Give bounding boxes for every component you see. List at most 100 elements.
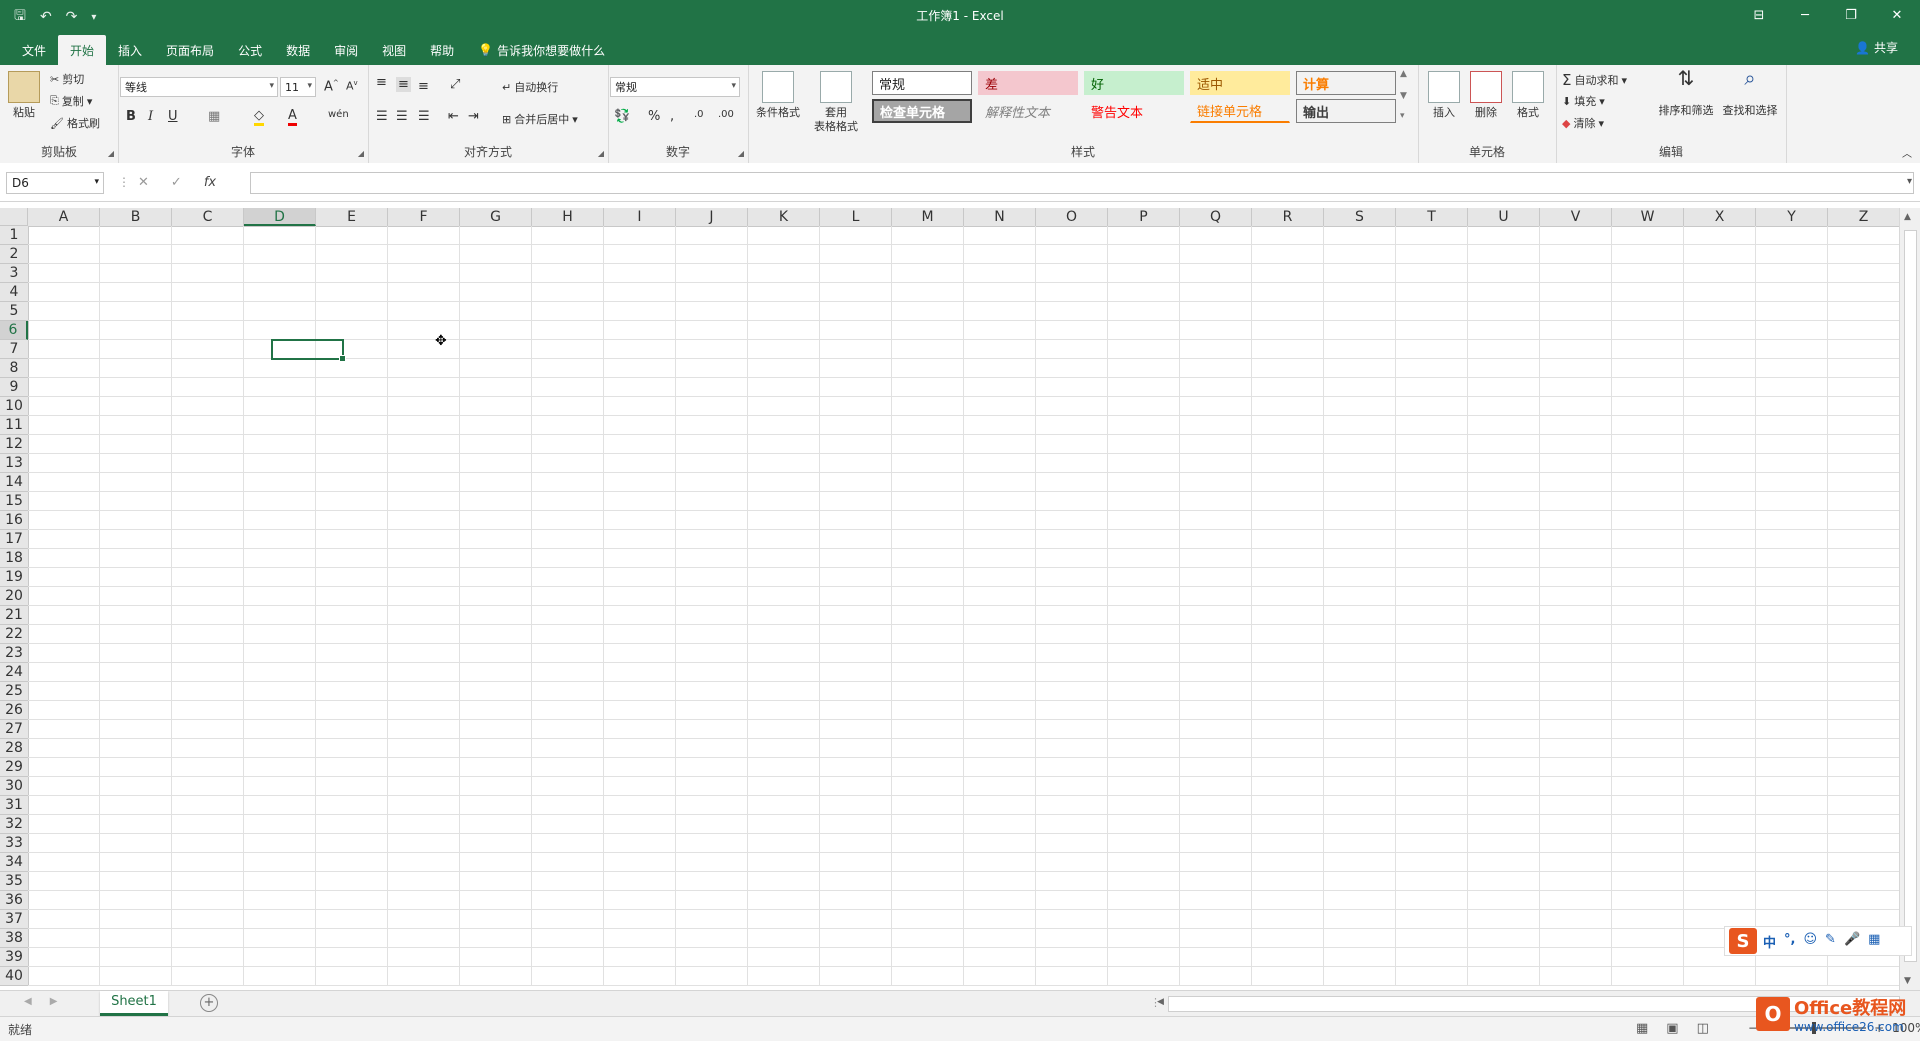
- cell-style-3[interactable]: 适中: [1190, 71, 1290, 95]
- increase-indent-icon[interactable]: ⇥: [468, 109, 479, 124]
- cell-style-2[interactable]: 好: [1084, 71, 1184, 95]
- increase-font-icon[interactable]: A^: [324, 79, 339, 94]
- tab-6[interactable]: 审阅: [322, 35, 370, 65]
- row-header[interactable]: 13: [0, 454, 28, 473]
- row-header[interactable]: 40: [0, 967, 28, 986]
- row-header[interactable]: 32: [0, 815, 28, 834]
- row-header[interactable]: 24: [0, 663, 28, 682]
- decrease-font-icon[interactable]: Av: [346, 79, 358, 93]
- underline-icon[interactable]: U: [168, 109, 178, 124]
- tab-8[interactable]: 帮助: [418, 35, 466, 65]
- paste-button[interactable]: 粘贴: [8, 71, 40, 120]
- format-as-table-button[interactable]: 套用 表格格式: [806, 71, 866, 134]
- tell-me-search[interactable]: 💡 告诉我你想要做什么: [466, 35, 617, 65]
- fill-handle[interactable]: [339, 355, 346, 362]
- tab-3[interactable]: 页面布局: [154, 35, 226, 65]
- row-header[interactable]: 25: [0, 682, 28, 701]
- tab-2[interactable]: 插入: [106, 35, 154, 65]
- row-header[interactable]: 28: [0, 739, 28, 758]
- row-header[interactable]: 8: [0, 359, 28, 378]
- row-header[interactable]: 6: [0, 321, 28, 340]
- row-header[interactable]: 34: [0, 853, 28, 872]
- enter-icon[interactable]: ✓: [171, 175, 182, 190]
- column-header[interactable]: W: [1612, 208, 1684, 226]
- cell-style-7[interactable]: 警告文本: [1084, 99, 1184, 123]
- column-header[interactable]: D: [244, 208, 316, 226]
- find-select-button[interactable]: ⌕ 查找和选择: [1718, 68, 1782, 118]
- align-center-icon[interactable]: ☰: [396, 109, 408, 124]
- ime-item-icon[interactable]: ▦: [1868, 932, 1880, 951]
- sort-filter-button[interactable]: ⇅ 排序和筛选: [1654, 68, 1718, 118]
- scroll-thumb[interactable]: [1904, 230, 1917, 962]
- format-painter-button[interactable]: 🖌 格式刷: [50, 115, 100, 131]
- row-header[interactable]: 20: [0, 587, 28, 606]
- row-header[interactable]: 5: [0, 302, 28, 321]
- align-left-icon[interactable]: ☰: [376, 109, 388, 124]
- row-header[interactable]: 2: [0, 245, 28, 264]
- row-header[interactable]: 35: [0, 872, 28, 891]
- minimize-icon[interactable]: ─: [1782, 0, 1828, 30]
- row-header[interactable]: 22: [0, 625, 28, 644]
- column-header[interactable]: P: [1108, 208, 1180, 226]
- scroll-up-icon[interactable]: ▲: [1904, 212, 1911, 222]
- gallery-down-icon[interactable]: ▼: [1400, 91, 1407, 101]
- tab-7[interactable]: 视图: [370, 35, 418, 65]
- ime-item-icon[interactable]: 中: [1763, 932, 1776, 951]
- tab-1[interactable]: 开始: [58, 35, 107, 65]
- merge-center-button[interactable]: ⊞ 合并后居中 ▾: [502, 111, 578, 127]
- close-icon[interactable]: ✕: [1874, 0, 1920, 30]
- tab-0[interactable]: 文件: [10, 35, 58, 65]
- collapse-ribbon-icon[interactable]: ︿: [1902, 145, 1912, 160]
- insert-function-icon[interactable]: fx: [204, 175, 216, 190]
- copy-button[interactable]: ⎘ 复制 ▾: [50, 93, 92, 109]
- next-sheet-icon[interactable]: ▶: [50, 996, 58, 1007]
- row-header[interactable]: 27: [0, 720, 28, 739]
- vertical-scrollbar[interactable]: ▲ ▼: [1899, 208, 1920, 990]
- font-size-combo[interactable]: 11 ▾: [280, 77, 316, 97]
- cut-button[interactable]: ✂ 剪切: [50, 71, 84, 87]
- ime-item-icon[interactable]: °,: [1784, 932, 1795, 951]
- row-header[interactable]: 10: [0, 397, 28, 416]
- cell-style-4[interactable]: 计算: [1296, 71, 1396, 95]
- row-header[interactable]: 18: [0, 549, 28, 568]
- gallery-up-icon[interactable]: ▲: [1400, 69, 1407, 79]
- scroll-down-icon[interactable]: ▼: [1904, 976, 1911, 986]
- scroll-left-icon[interactable]: ◀: [1157, 997, 1164, 1007]
- row-header[interactable]: 17: [0, 530, 28, 549]
- cell-style-1[interactable]: 差: [978, 71, 1078, 95]
- column-header[interactable]: M: [892, 208, 964, 226]
- gallery-more-icon[interactable]: ▾: [1400, 111, 1405, 121]
- cell-style-0[interactable]: 常规: [872, 71, 972, 95]
- ime-item-icon[interactable]: ✎: [1825, 932, 1836, 951]
- align-bottom-icon[interactable]: ≡: [418, 79, 429, 94]
- row-header[interactable]: 31: [0, 796, 28, 815]
- row-header[interactable]: 38: [0, 929, 28, 948]
- comma-icon[interactable]: ,: [670, 109, 674, 124]
- select-all-corner[interactable]: [0, 208, 28, 226]
- row-header[interactable]: 15: [0, 492, 28, 511]
- column-header[interactable]: O: [1036, 208, 1108, 226]
- ribbon-display-icon[interactable]: ⊟: [1736, 0, 1782, 30]
- column-header[interactable]: B: [100, 208, 172, 226]
- column-header[interactable]: R: [1252, 208, 1324, 226]
- sheet-tab-sheet1[interactable]: Sheet1: [100, 991, 168, 1016]
- column-header[interactable]: Y: [1756, 208, 1828, 226]
- column-header[interactable]: C: [172, 208, 244, 226]
- cell-style-8[interactable]: 链接单元格: [1190, 99, 1290, 123]
- percent-icon[interactable]: %: [648, 109, 660, 124]
- column-header[interactable]: S: [1324, 208, 1396, 226]
- clear-button[interactable]: ◆ 清除 ▾: [1562, 115, 1604, 131]
- column-header[interactable]: N: [964, 208, 1036, 226]
- row-header[interactable]: 16: [0, 511, 28, 530]
- row-header[interactable]: 33: [0, 834, 28, 853]
- cancel-icon[interactable]: ✕: [138, 175, 149, 190]
- row-header[interactable]: 9: [0, 378, 28, 397]
- align-middle-icon[interactable]: ≡: [396, 77, 411, 92]
- italic-icon[interactable]: I: [148, 109, 153, 124]
- cell-area[interactable]: ✥: [28, 226, 1900, 986]
- tab-5[interactable]: 数据: [274, 35, 322, 65]
- row-header[interactable]: 39: [0, 948, 28, 967]
- row-header[interactable]: 14: [0, 473, 28, 492]
- row-header[interactable]: 12: [0, 435, 28, 454]
- sogou-logo-icon[interactable]: S: [1729, 928, 1757, 954]
